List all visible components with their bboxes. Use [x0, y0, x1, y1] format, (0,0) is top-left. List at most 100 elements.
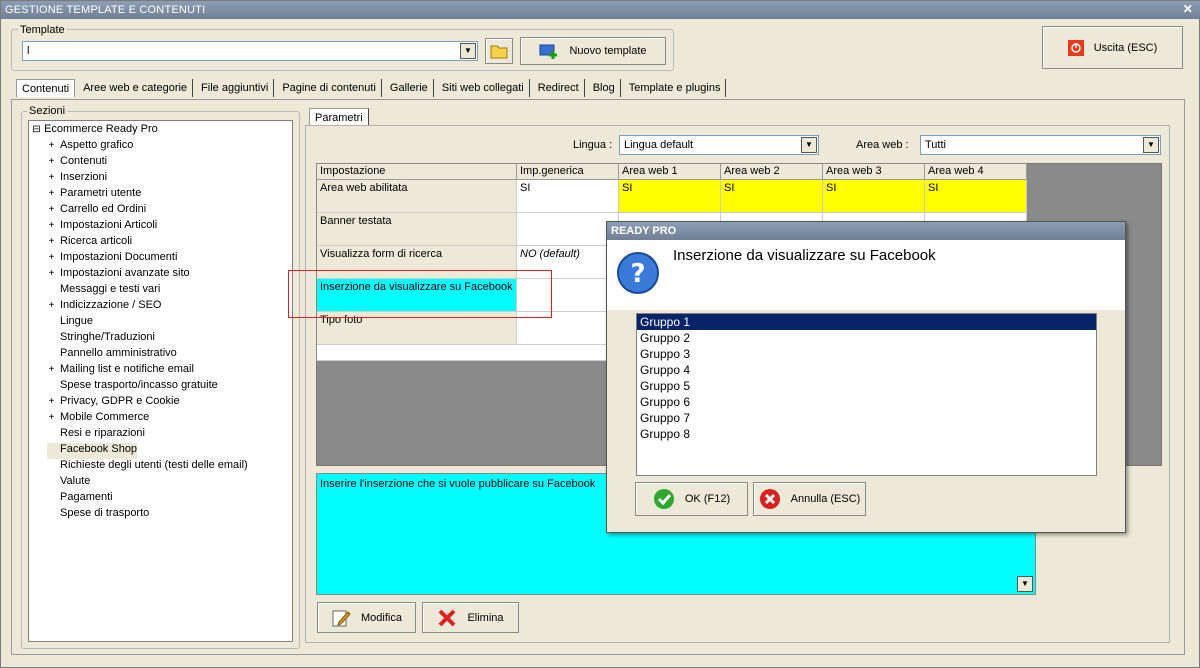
- close-icon[interactable]: ✕: [1183, 2, 1193, 16]
- tree-item[interactable]: Stringhe/Traduzioni: [47, 331, 155, 347]
- grid-header[interactable]: Area web 3: [823, 164, 925, 180]
- tree-item[interactable]: Valute: [47, 475, 90, 491]
- delete-icon: [439, 609, 456, 626]
- tree-item[interactable]: + Impostazioni avanzate sito: [47, 267, 190, 283]
- expand-icon[interactable]: +: [47, 300, 56, 311]
- tab-template-plugins[interactable]: Template e plugins: [624, 79, 727, 97]
- expand-icon[interactable]: +: [47, 188, 56, 199]
- option-item[interactable]: Gruppo 2: [637, 330, 1096, 346]
- expand-icon[interactable]: +: [47, 156, 56, 167]
- grid-header[interactable]: Imp.generica: [517, 164, 619, 180]
- grid-cell[interactable]: [517, 213, 619, 246]
- tree-item[interactable]: + Impostazioni Documenti: [47, 251, 178, 267]
- dialog-title: READY PRO: [607, 222, 1125, 240]
- tree-item[interactable]: + Privacy, GDPR e Cookie: [47, 395, 180, 411]
- expand-icon[interactable]: +: [47, 236, 56, 247]
- grid-cell[interactable]: SI: [619, 180, 721, 213]
- tab-file-aggiuntivi[interactable]: File aggiuntivi: [196, 79, 275, 97]
- exit-button[interactable]: Uscita (ESC): [1042, 26, 1183, 69]
- grid-cell[interactable]: SI: [517, 180, 619, 213]
- chevron-down-icon[interactable]: ▼: [1143, 137, 1159, 153]
- grid-header[interactable]: Area web 4: [925, 164, 1027, 180]
- tab-aree-web[interactable]: Aree web e categorie: [78, 79, 194, 97]
- ok-button[interactable]: OK (F12): [635, 482, 748, 516]
- tree-item[interactable]: + Impostazioni Articoli: [47, 219, 158, 235]
- grid-header[interactable]: Impostazione: [317, 164, 517, 180]
- chevron-down-icon[interactable]: ▼: [1017, 576, 1033, 592]
- tab-blog[interactable]: Blog: [588, 79, 621, 97]
- tree-item[interactable]: + Carrello ed Ordini: [47, 203, 147, 219]
- sections-tree[interactable]: ⊟ Ecommerce Ready Pro + Aspetto grafico + C…: [28, 120, 293, 642]
- cancel-icon: [759, 489, 780, 509]
- tree-item[interactable]: + Inserzioni: [47, 171, 108, 187]
- tree-item[interactable]: + Indicizzazione / SEO: [47, 299, 162, 315]
- grid-cell[interactable]: SI: [925, 180, 1027, 213]
- tree-item-label: Mobile Commerce: [60, 411, 150, 423]
- area-select[interactable]: Tutti ▼: [920, 135, 1161, 155]
- tab-parametri[interactable]: Parametri: [309, 108, 369, 126]
- new-template-button[interactable]: Nuovo template: [520, 37, 666, 65]
- tree-item[interactable]: Facebook Shop: [47, 443, 138, 459]
- expand-icon[interactable]: +: [47, 220, 56, 231]
- tab-redirect[interactable]: Redirect: [533, 79, 585, 97]
- tree-item[interactable]: Messaggi e testi vari: [47, 283, 160, 299]
- expand-icon[interactable]: +: [47, 364, 56, 375]
- tree-root[interactable]: ⊟ Ecommerce Ready Pro: [32, 123, 157, 139]
- tree-item[interactable]: + Contenuti: [47, 155, 108, 171]
- modifica-button[interactable]: Modifica: [317, 602, 416, 633]
- expand-icon[interactable]: +: [47, 204, 56, 215]
- options-list[interactable]: Gruppo 1 Gruppo 2 Gruppo 3 Gruppo 4 Gruppo 5…: [636, 313, 1097, 476]
- edit-icon: [332, 610, 351, 626]
- lingua-value: Lingua default: [624, 139, 694, 151]
- tree-item[interactable]: + Ricerca articoli: [47, 235, 133, 251]
- tree-item-label: Carrello ed Ordini: [60, 203, 147, 215]
- tree-item-label: Privacy, GDPR e Cookie: [60, 395, 180, 407]
- tree-item[interactable]: Lingue: [47, 315, 93, 331]
- tree-item[interactable]: Pagamenti: [47, 491, 113, 507]
- tab-pagine-contenuti[interactable]: Pagine di contenuti: [277, 79, 382, 97]
- tree-item[interactable]: Resi e riparazioni: [47, 427, 145, 443]
- tree-item[interactable]: + Aspetto grafico: [47, 139, 134, 155]
- tree-item[interactable]: Spese trasporto/incasso gratuite: [47, 379, 218, 395]
- grid-header[interactable]: Area web 2: [721, 164, 823, 180]
- tree-item-label: Contenuti: [60, 155, 108, 167]
- grid-header[interactable]: Area web 1: [619, 164, 721, 180]
- tree-item[interactable]: Richieste degli utenti (testi delle emai…: [47, 459, 248, 475]
- tree-item-label: Inserzioni: [60, 171, 108, 183]
- option-item[interactable]: Gruppo 7: [637, 410, 1096, 426]
- expand-icon[interactable]: +: [47, 268, 56, 279]
- tree-item[interactable]: Pannello amministrativo: [47, 347, 177, 363]
- option-item[interactable]: Gruppo 4: [637, 362, 1096, 378]
- template-select[interactable]: l ▼: [22, 41, 478, 61]
- option-item[interactable]: Gruppo 1: [637, 314, 1096, 330]
- template-select-value: l: [27, 45, 30, 57]
- tree-item[interactable]: + Mailing list e notifiche email: [47, 363, 194, 379]
- dialog-question: Inserzione da visualizzare su Facebook: [673, 247, 936, 264]
- tab-contenuti[interactable]: Contenuti: [16, 79, 76, 97]
- tree-item[interactable]: + Mobile Commerce: [47, 411, 150, 427]
- expand-icon[interactable]: +: [47, 252, 56, 263]
- cancel-button[interactable]: Annulla (ESC): [753, 482, 866, 516]
- expand-icon[interactable]: +: [47, 140, 56, 151]
- grid-cell[interactable]: SI: [823, 180, 925, 213]
- grid-cell[interactable]: SI: [721, 180, 823, 213]
- chevron-down-icon[interactable]: ▼: [460, 43, 476, 59]
- elimina-button[interactable]: Elimina: [422, 602, 519, 633]
- expand-icon[interactable]: +: [47, 396, 56, 407]
- option-item[interactable]: Gruppo 5: [637, 378, 1096, 394]
- open-folder-button[interactable]: [485, 38, 513, 64]
- tree-item[interactable]: + Parametri utente: [47, 187, 142, 203]
- option-item[interactable]: Gruppo 6: [637, 394, 1096, 410]
- tree-item[interactable]: Spese di trasporto: [47, 507, 149, 523]
- collapse-icon[interactable]: ⊟: [32, 124, 41, 135]
- window-title: GESTIONE TEMPLATE E CONTENUTI: [5, 4, 206, 16]
- tab-siti-collegati[interactable]: Siti web collegati: [437, 79, 530, 97]
- lingua-select[interactable]: Lingua default ▼: [619, 135, 819, 155]
- option-item[interactable]: Gruppo 8: [637, 426, 1096, 442]
- expand-icon[interactable]: +: [47, 172, 56, 183]
- tab-gallerie[interactable]: Gallerie: [385, 79, 434, 97]
- main-window: GESTIONE TEMPLATE E CONTENUTI ✕ Template…: [0, 0, 1200, 668]
- expand-icon[interactable]: +: [47, 412, 56, 423]
- chevron-down-icon[interactable]: ▼: [801, 137, 817, 153]
- option-item[interactable]: Gruppo 3: [637, 346, 1096, 362]
